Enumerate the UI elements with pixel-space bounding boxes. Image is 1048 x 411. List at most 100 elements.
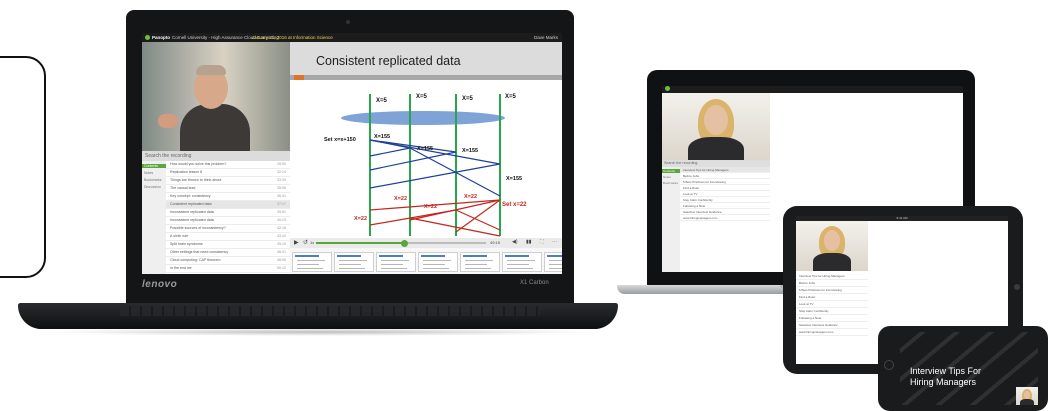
laptop-camera [346,20,350,24]
list-item[interactable]: Consistent replicated data 37:17 [166,201,290,209]
panopto-top-bar: Panopto Cornell University - High Assura… [142,33,562,42]
ipad-home-button [1014,284,1020,290]
list-item[interactable]: Key concept: consistency 36:41 [166,193,290,201]
laptop-shadow [40,328,600,336]
list-item-title: Cloud computing: CAP theorem [170,258,221,262]
mb-presenter-head [704,105,728,135]
list-item-time: 39:51 [277,210,286,214]
rewind-icon[interactable]: ↺ [303,239,308,246]
macbook-list-item[interactable]: www.hiringmanagers.com [680,215,770,221]
set-label: Set x=x+150 [324,137,356,143]
list-item-time: 37:17 [277,202,286,206]
red-set-label: Set x=22 [502,202,527,208]
list-item[interactable]: Possible sources of inconsistency? 42:18 [166,225,290,233]
ipad-list-item[interactable]: Before Jobs [796,280,868,287]
ipad-list-item[interactable]: 5 Best Practices for Interviewing [796,287,868,294]
presenter-hand [158,114,178,128]
list-item[interactable]: Replication lesson 8 32:24 [166,169,290,177]
ipad-video[interactable] [796,221,868,271]
list-item-title: Key concept: consistency [170,194,211,198]
list-item[interactable]: The causal lead 35:08 [166,185,290,193]
list-item-time: 46:31 [277,250,286,254]
macbook-side-tab[interactable]: Bookmarks [662,181,680,185]
phone-presenter-head [1024,391,1030,399]
progress-fill [316,242,405,244]
session-subtitle[interactable]: January 21, 2016 at Information Science [252,33,333,42]
laptop-brand: lenovo [142,279,178,290]
list-item[interactable]: Inconsistent replicated data 40:23 [166,217,290,225]
side-tabs: Contents Notes Bookmarks Discussion [142,161,166,274]
phone-presenter-body [1020,399,1034,405]
presenter-video[interactable] [142,42,290,151]
list-item[interactable]: Things are thrown to think about 33:39 [166,177,290,185]
slide-thumbnail[interactable] [418,252,458,272]
slide-view[interactable]: Consistent replicated data X=5 X=5 X=5 X=5 S… [290,42,562,238]
list-item[interactable]: A sixfic rule 43:42 [166,233,290,241]
phone-screen[interactable]: Interview Tips For Hiring Managers [900,332,1038,405]
slide-thumbnail[interactable] [460,252,500,272]
ipad-list-item[interactable]: Find a Ruler [796,294,868,301]
phone-home-button [884,360,894,370]
presenter-hair [196,65,226,75]
list-item[interactable]: Split brain syndrome 45:10 [166,241,290,249]
slide-title: Consistent replicated data [316,54,461,68]
ipad-list-item[interactable]: Selective Interview Guidance [796,322,868,329]
search-input[interactable]: Search the recording [142,151,290,161]
list-item-time: 36:41 [277,194,286,198]
laptop-model: X1 Carbon [520,280,549,286]
list-item[interactable]: How would you solve this problem? 28:50 [166,161,290,169]
phone-presenter-video[interactable] [1016,387,1038,405]
quality-icon[interactable]: ▮▮ [526,239,532,245]
slide-body: X=5 X=5 X=5 X=5 Set x=x+150 X=155 X=155 X=155 X=… [290,80,562,238]
ipad-list-item[interactable]: Stay Calm Confidently [796,308,868,315]
list-item-title: How would you solve this problem? [170,162,227,166]
list-item[interactable]: In the end we 50:12 [166,265,290,273]
macbook-search-input[interactable]: Search the recording [662,160,770,167]
ipad-list-item[interactable]: Look at TV [796,301,868,308]
ipad-contents-list: Interview Tips for Hiring Managers Before… [796,271,868,364]
list-item[interactable]: Inconsistent replicated data 39:51 [166,209,290,217]
macbook-side-tab[interactable]: Notes [662,175,680,179]
side-tab-bookmarks[interactable]: Bookmarks [144,178,162,182]
list-item[interactable]: Other settings that need consistency 46:3… [166,249,290,257]
top-value-label: X=5 [416,94,428,100]
macbook-side-tab[interactable]: Contents [662,169,680,173]
panopto-logo[interactable]: Panopto [145,33,170,42]
user-name[interactable]: Dave Marks [534,33,558,42]
blue-value-label: X=155 [506,176,522,182]
ipad-list-item[interactable]: www.hiringmanagers.com [796,329,868,336]
slide-thumbnail[interactable] [502,252,542,272]
list-item-title: A sixfic rule [170,234,189,238]
more-icon[interactable]: ⋯ [552,239,557,245]
top-value-label: X=5 [505,94,517,100]
list-item-time: 43:42 [277,234,286,238]
ipad-presenter-head [824,230,840,251]
ipad-list-item[interactable]: Interview Tips for Hiring Managers [796,273,868,280]
macbook-panopto-logo[interactable] [665,86,672,93]
list-item-time: 28:50 [277,162,286,166]
slide-thumbnail[interactable] [334,252,374,272]
volume-icon[interactable]: ◀) [512,239,518,245]
slide-thumbnail[interactable] [292,252,332,272]
macbook-video[interactable] [662,93,770,160]
list-item-title: Inconsistent replicated data [170,210,214,214]
side-tab-contents[interactable]: Contents [142,164,166,168]
list-item-title: Things are thrown to think about [170,178,222,182]
side-tab-notes[interactable]: Notes [144,171,153,175]
list-item-time: 33:39 [277,178,286,182]
list-item-title: In the end we [170,266,192,270]
side-tab-discussion[interactable]: Discussion [144,185,161,189]
laptop-keyboard [120,306,540,316]
speed-label[interactable]: 1x [310,240,314,245]
ipad-list-item[interactable]: Following a Note [796,315,868,322]
macbook-slide-title: Interview Tips For Hiring Managers [782,166,909,202]
play-icon[interactable]: ▶ [294,239,299,246]
progress-knob[interactable] [400,239,408,247]
list-item[interactable]: Cloud computing: CAP theorem 48:55 [166,257,290,265]
search-placeholder: Search the recording [145,153,192,159]
blue-message-arrow [369,151,457,171]
ipad-slide-title: Interview Tips For Hiring Managers [874,261,965,286]
fullscreen-icon[interactable]: ⛶ [540,239,544,245]
slide-thumbnail[interactable] [376,252,416,272]
slide-thumbnail[interactable] [544,252,562,272]
